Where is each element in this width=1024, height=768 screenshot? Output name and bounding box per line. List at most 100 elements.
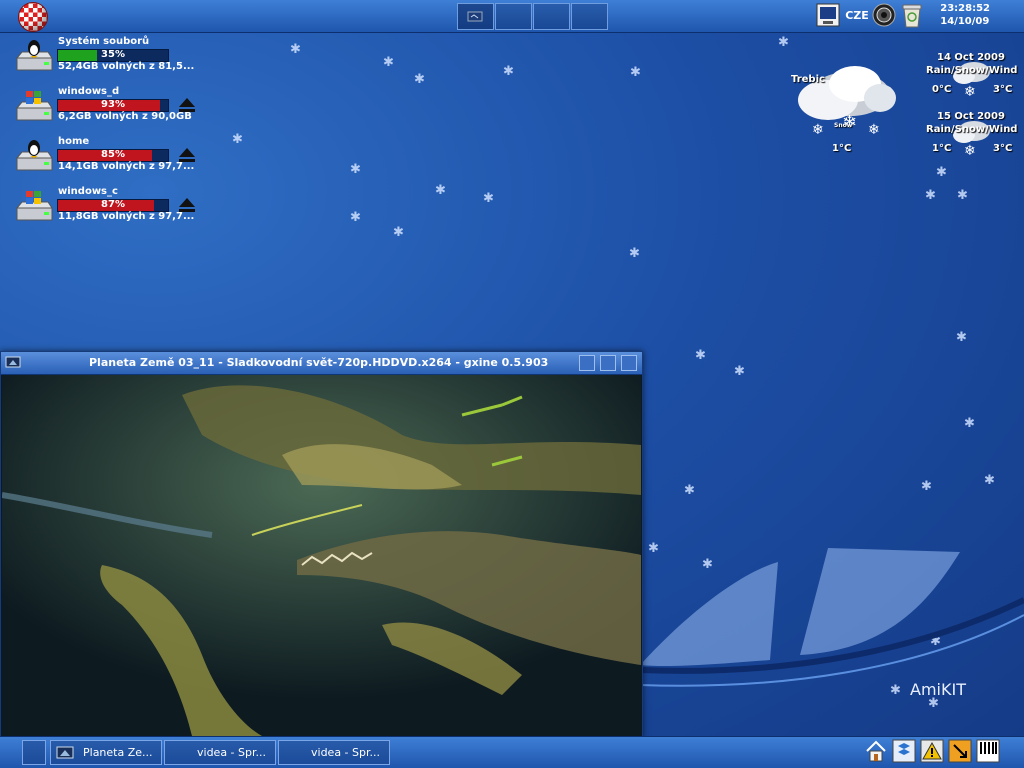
forecast-date: 15 Oct 2009 xyxy=(937,111,1005,122)
window-title: Planeta Země 03_11 - Sladkovodní svět-72… xyxy=(89,356,549,369)
workspace-2[interactable] xyxy=(495,3,532,30)
volume-icon[interactable] xyxy=(872,3,896,27)
drive-free-space: 6,2GB volných z 90,0GB xyxy=(58,111,192,122)
keyboard-layout-indicator[interactable]: CZE xyxy=(844,3,870,27)
snowflake-icon: ✱ xyxy=(921,479,932,494)
snowflake-icon: ✱ xyxy=(435,183,446,198)
close-button[interactable] xyxy=(621,355,637,371)
snowflake-icon: ✱ xyxy=(936,165,947,180)
taskbar-task[interactable]: videa - Spr... xyxy=(278,740,390,765)
drive-free-space: 14,1GB volných z 97,7... xyxy=(58,161,195,172)
eject-icon[interactable] xyxy=(178,146,196,164)
taskbar-task-label: videa - Spr... xyxy=(311,746,380,759)
weather-current-label: Snow xyxy=(834,122,853,129)
snowflake-icon: ✱ xyxy=(957,188,968,203)
wallpaper-swoosh xyxy=(640,548,1024,687)
workspace-thumbnail-icon xyxy=(467,11,483,22)
taskbar-task-label: videa - Spr... xyxy=(197,746,266,759)
home-icon[interactable] xyxy=(864,739,888,763)
forecast-date: 14 Oct 2009 xyxy=(937,52,1005,63)
taskbar-task[interactable]: Planeta Ze... xyxy=(50,740,162,765)
snowflake-icon: ✱ xyxy=(350,162,361,177)
snowflake-icon: ✱ xyxy=(734,364,745,379)
weather-snow-cloud-icon: ❄ ❄ ❄ xyxy=(798,66,896,138)
forecast-condition: Rain/Snow/Wind xyxy=(926,65,1018,76)
gxine-app-icon xyxy=(56,746,74,758)
snowflake-icon: ✱ xyxy=(290,42,301,57)
snowflake-icon: ✱ xyxy=(695,348,706,363)
piano-keyboard-icon[interactable] xyxy=(976,739,1000,763)
drive-item[interactable]: Systém souborů 35% 52,4GB volných z 81,5..… xyxy=(14,36,214,84)
eject-icon[interactable] xyxy=(178,96,196,114)
maximize-button[interactable] xyxy=(600,355,616,371)
snowflake-icon: ✱ xyxy=(414,72,425,87)
bottom-taskbar: Planeta Ze... videa - Spr... videa - Spr..… xyxy=(0,736,1024,768)
gxine-app-icon[interactable] xyxy=(5,355,25,371)
snowflake-icon: ✱ xyxy=(630,65,641,80)
hard-drive-icon[interactable] xyxy=(14,88,54,124)
snowflake-icon: ✱ xyxy=(629,246,640,261)
screen-settings-icon[interactable] xyxy=(816,3,840,27)
workspace-1[interactable] xyxy=(457,3,494,30)
hard-drive-icon[interactable] xyxy=(14,138,54,174)
amikit-logo: AmiKIT xyxy=(910,680,966,699)
snowflake-icon: ✱ xyxy=(503,64,514,79)
snowflake-icon: ✱ xyxy=(383,55,394,70)
trash-icon[interactable] xyxy=(900,3,924,29)
gxine-player-window[interactable]: Planeta Země 03_11 - Sladkovodní svět-72… xyxy=(0,351,643,738)
clock[interactable]: 23:28:52 14/10/09 xyxy=(940,2,990,28)
workspace-4[interactable] xyxy=(571,3,608,30)
top-panel: CZE 23:28:52 14/10/09 xyxy=(0,0,1024,33)
snowflake-icon: ✱ xyxy=(925,188,936,203)
drive-free-space: 52,4GB volných z 81,5... xyxy=(58,61,195,72)
hard-drive-icon[interactable] xyxy=(14,188,54,224)
snowflake-icon: ✱ xyxy=(684,483,695,498)
taskbar-task-label: Planeta Ze... xyxy=(83,746,153,759)
crocodile-video-image xyxy=(2,375,641,736)
snowflake-icon: ✱ xyxy=(350,210,361,225)
forecast-high: 3°C xyxy=(993,143,1013,154)
window-titlebar[interactable]: Planeta Země 03_11 - Sladkovodní svět-72… xyxy=(1,352,642,375)
drive-free-space: 11,8GB volných z 97,7... xyxy=(58,211,195,222)
taskbar-task[interactable]: videa - Spr... xyxy=(164,740,276,765)
drive-usage-percent: 87% xyxy=(101,199,125,210)
drive-item[interactable]: windows_d 93% 6,2GB volných z 90,0GB xyxy=(14,86,214,134)
hard-drive-icon[interactable] xyxy=(14,38,54,74)
weather-current-temp: 1°C xyxy=(832,143,852,154)
snowflake-icon: ✱ xyxy=(778,35,789,50)
forecast-low: 1°C xyxy=(932,143,952,154)
show-desktop-button[interactable] xyxy=(22,740,46,765)
drive-name: home xyxy=(58,136,90,147)
eject-icon[interactable] xyxy=(178,196,196,214)
drive-usage-percent: 35% xyxy=(101,49,125,60)
drive-item[interactable]: windows_c 87% 11,8GB volných z 97,7... xyxy=(14,186,214,234)
warning-icon[interactable] xyxy=(920,739,944,763)
forecast-low: 0°C xyxy=(932,84,952,95)
drive-name: Systém souborů xyxy=(58,36,150,47)
video-frame[interactable] xyxy=(2,375,641,736)
dropbox-icon[interactable] xyxy=(892,739,916,763)
drive-name: windows_c xyxy=(58,186,118,197)
snowflake-icon: ✱ xyxy=(964,416,975,431)
workspace-pager xyxy=(457,3,608,30)
forecast-high: 3°C xyxy=(993,84,1013,95)
snowflake-icon: ✱ xyxy=(232,132,243,147)
clock-time: 23:28:52 xyxy=(940,3,990,14)
workspace-3[interactable] xyxy=(533,3,570,30)
snowflake-icon: ✱ xyxy=(393,225,404,240)
drive-item[interactable]: home 85% 14,1GB volných z 97,7... xyxy=(14,136,214,184)
drive-name: windows_d xyxy=(58,86,120,97)
snowflake-icon: ✱ xyxy=(483,191,494,206)
snowflake-icon: ✱ xyxy=(956,330,967,345)
drive-usage-percent: 85% xyxy=(101,149,125,160)
svg-text:❄: ❄ xyxy=(868,122,880,138)
drive-usage-percent: 93% xyxy=(101,99,125,110)
forecast-condition: Rain/Snow/Wind xyxy=(926,124,1018,135)
svg-text:❄: ❄ xyxy=(964,84,976,100)
svg-text:❄: ❄ xyxy=(812,122,824,138)
resize-arrow-icon[interactable] xyxy=(948,739,972,763)
clock-date: 14/10/09 xyxy=(940,16,990,27)
amiga-boing-ball-icon[interactable] xyxy=(18,2,48,32)
minimize-button[interactable] xyxy=(579,355,595,371)
svg-text:❄: ❄ xyxy=(964,143,976,159)
